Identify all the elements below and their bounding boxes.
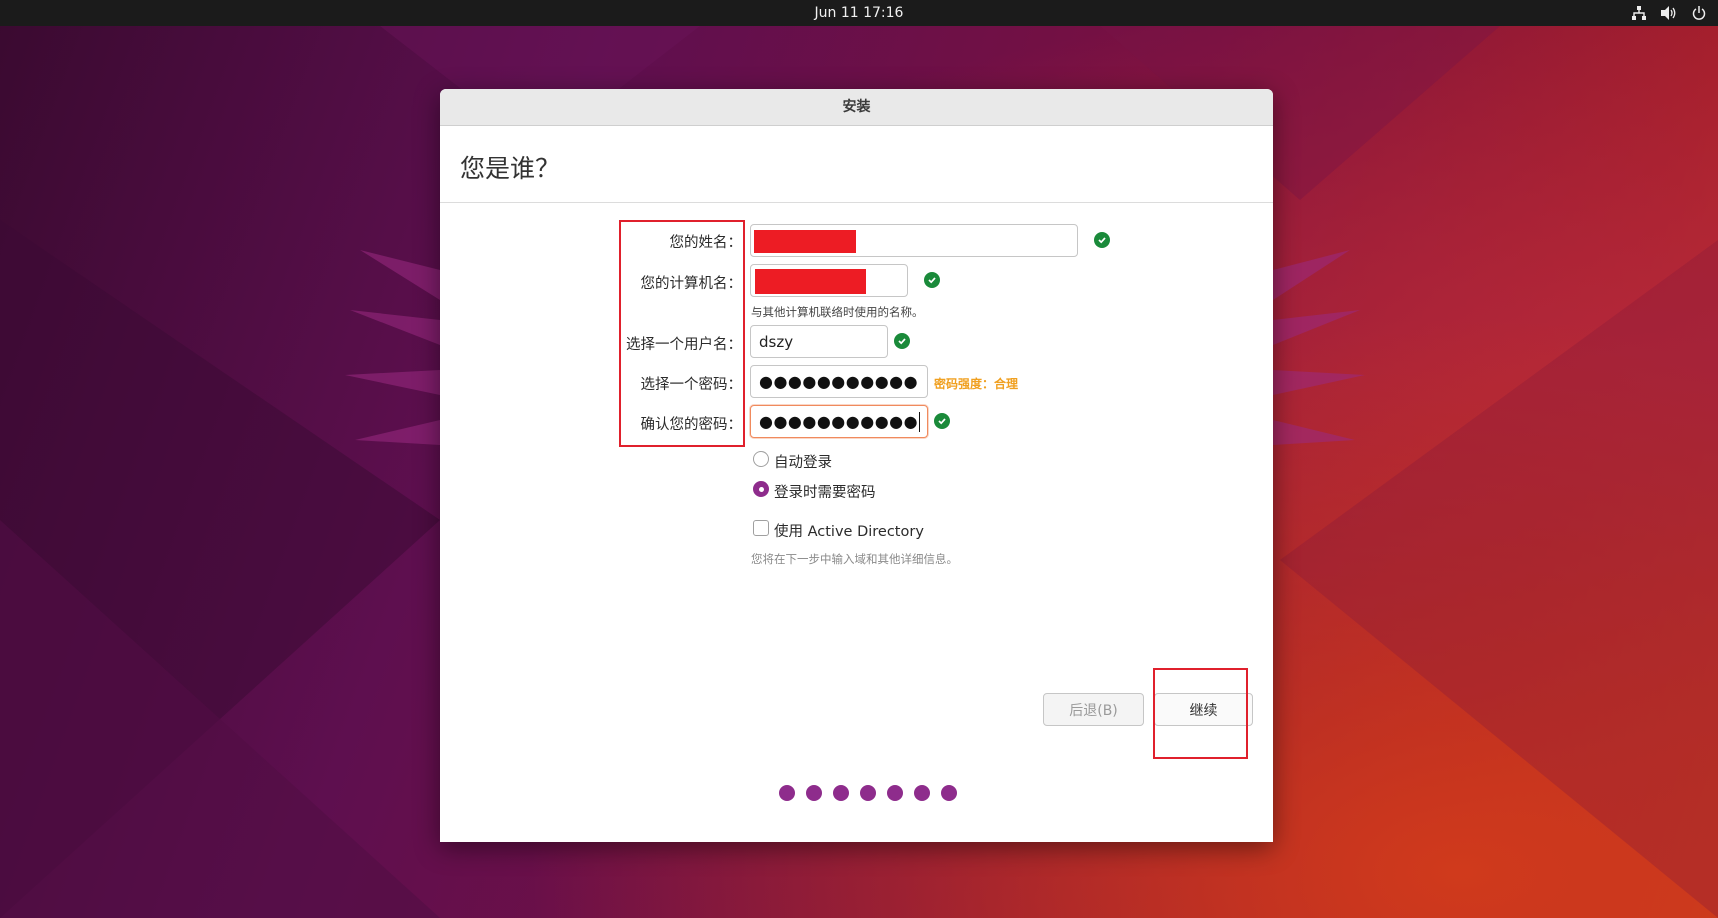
installer-window: 安装 您是谁？ 您的姓名： 您的计算机名： 选择一个用户名： 选择一个密码： 确…: [440, 89, 1273, 842]
require-password-radio[interactable]: [753, 481, 769, 497]
password-field[interactable]: ●●●●●●●●●●●: [750, 365, 928, 398]
confirm-valid-check-icon: [934, 413, 950, 429]
network-icon[interactable]: [1630, 4, 1648, 22]
text-caret: [919, 411, 921, 432]
active-directory-label[interactable]: 使用 Active Directory: [774, 520, 924, 541]
username-field[interactable]: dszy: [750, 325, 888, 358]
computer-name-field[interactable]: [750, 264, 908, 297]
system-tray[interactable]: [1630, 0, 1708, 26]
active-directory-checkbox[interactable]: [753, 520, 769, 536]
active-directory-hint: 您将在下一步中输入域和其他详细信息。: [751, 552, 958, 566]
volume-icon[interactable]: [1660, 4, 1678, 22]
confirm-password-field[interactable]: ●●●●●●●●●●●: [750, 405, 928, 438]
auto-login-radio[interactable]: [753, 451, 769, 467]
password-strength: 密码强度：合理: [934, 377, 1019, 391]
require-password-label[interactable]: 登录时需要密码: [774, 481, 876, 502]
clock[interactable]: Jun 11 17:16: [0, 0, 1718, 26]
redacted-block: [755, 269, 866, 294]
name-field[interactable]: [750, 224, 1078, 257]
redacted-block: [754, 230, 856, 253]
back-button[interactable]: 后退(B): [1043, 693, 1144, 726]
step-dot: [778, 785, 795, 801]
form-labels: 您的姓名： 您的计算机名： 选择一个用户名： 选择一个密码： 确认您的密码：: [440, 89, 742, 842]
computer-name-hint: 与其他计算机联络时使用的名称。: [751, 305, 924, 319]
step-dot: [805, 785, 822, 801]
step-dot: [940, 785, 957, 801]
top-bar: Jun 11 17:16: [0, 0, 1718, 26]
step-dot: [886, 785, 903, 801]
auto-login-label[interactable]: 自动登录: [774, 451, 832, 472]
annotation-box-labels: [619, 220, 745, 447]
step-dot: [859, 785, 876, 801]
password-value: ●●●●●●●●●●●: [759, 372, 919, 391]
confirm-password-value: ●●●●●●●●●●●: [759, 412, 919, 431]
step-dot: [832, 785, 849, 801]
computer-name-valid-check-icon: [924, 272, 940, 288]
name-valid-check-icon: [1094, 232, 1110, 248]
step-dot: [913, 785, 930, 801]
power-icon[interactable]: [1690, 4, 1708, 22]
step-indicator: [440, 785, 1273, 801]
username-valid-check-icon: [894, 333, 910, 349]
annotation-box-continue: [1153, 668, 1248, 759]
username-value: dszy: [759, 332, 794, 351]
